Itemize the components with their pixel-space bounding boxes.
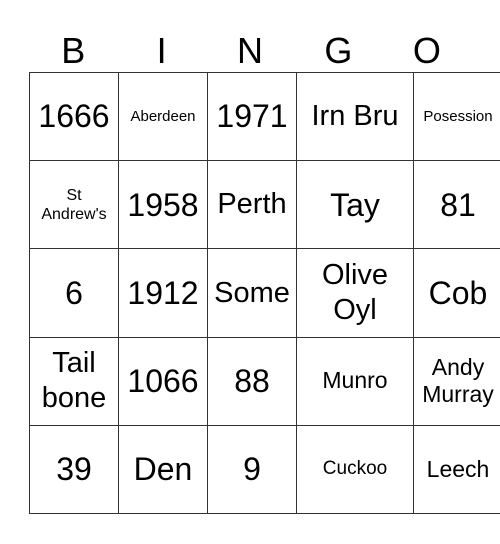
bingo-cell[interactable]: Aberdeen: [118, 71, 208, 162]
grid-row: 6 1912 Some Olive Oyl Cob: [29, 248, 500, 338]
bingo-header: B I N G O: [29, 30, 471, 72]
bingo-cell[interactable]: 6: [29, 248, 119, 338]
bingo-cell[interactable]: 1066: [118, 336, 208, 426]
header-letter-o: O: [412, 30, 441, 71]
bingo-cell[interactable]: 88: [207, 336, 297, 426]
grid-row: 1666 Aberdeen 1971 Irn Bru Posession: [29, 71, 500, 162]
bingo-cell[interactable]: 1666: [29, 71, 119, 162]
bingo-cell[interactable]: Some: [207, 248, 297, 338]
grid-row: Tail bone 1066 88 Munro Andy Murray: [29, 336, 500, 426]
bingo-cell[interactable]: Cob: [413, 248, 500, 338]
bingo-grid: 1666 Aberdeen 1971 Irn Bru Posession St …: [29, 71, 500, 515]
bingo-cell[interactable]: Irn Bru: [296, 71, 414, 162]
bingo-cell[interactable]: Olive Oyl: [296, 248, 414, 338]
header-letter-i: I: [156, 30, 167, 71]
bingo-cell[interactable]: Tay: [296, 160, 414, 250]
grid-row: 39 Den 9 Cuckoo Leech: [29, 424, 500, 515]
bingo-cell[interactable]: Den: [118, 424, 208, 515]
bingo-cell[interactable]: Munro: [296, 336, 414, 426]
bingo-cell[interactable]: Tail bone: [29, 336, 119, 426]
bingo-cell[interactable]: 1971: [207, 71, 297, 162]
bingo-cell[interactable]: 1912: [118, 248, 208, 338]
bingo-cell[interactable]: 39: [29, 424, 119, 515]
bingo-cell[interactable]: Posession: [413, 71, 500, 162]
bingo-cell[interactable]: 81: [413, 160, 500, 250]
header-letter-g: G: [324, 30, 353, 71]
bingo-cell[interactable]: 9: [207, 424, 297, 515]
grid-row: St Andrew's 1958 Perth Tay 81: [29, 160, 500, 250]
bingo-cell[interactable]: St Andrew's: [29, 160, 119, 250]
bingo-cell[interactable]: Perth: [207, 160, 297, 250]
header-letter-b: B: [61, 30, 86, 71]
bingo-cell[interactable]: 1958: [118, 160, 208, 250]
bingo-cell[interactable]: Cuckoo: [296, 424, 414, 515]
bingo-cell[interactable]: Leech: [413, 424, 500, 515]
bingo-cell[interactable]: Andy Murray: [413, 336, 500, 426]
header-letter-n: N: [237, 30, 264, 71]
